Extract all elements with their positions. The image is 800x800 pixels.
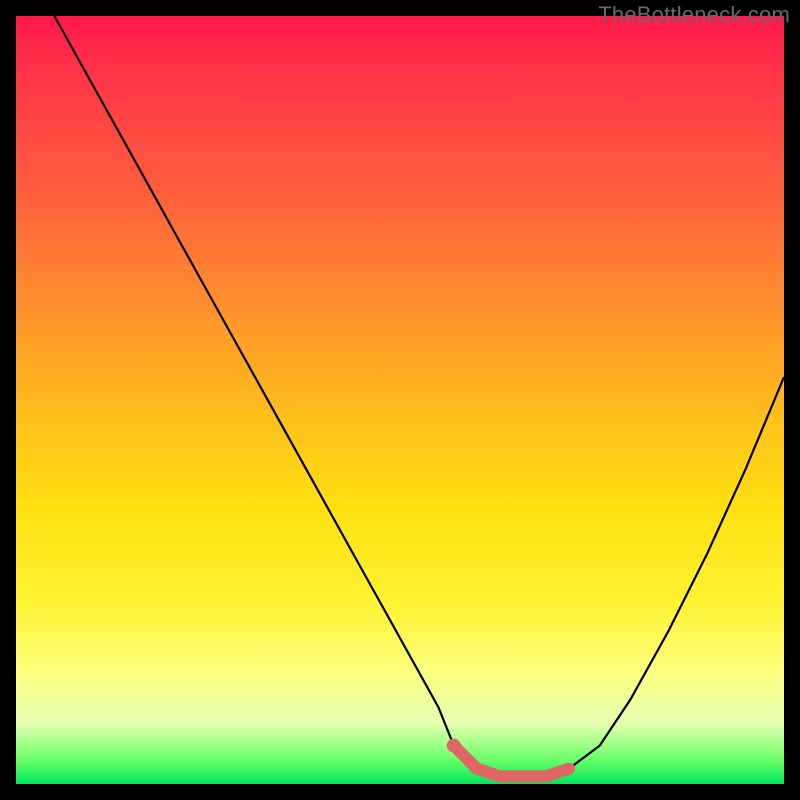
highlight-marker [454, 746, 569, 777]
bottleneck-curve [54, 16, 784, 776]
chart-svg [16, 16, 784, 784]
watermark-text: TheBottleneck.com [598, 2, 790, 28]
chart-frame: TheBottleneck.com [0, 0, 800, 800]
highlight-marker-dot [447, 739, 461, 753]
